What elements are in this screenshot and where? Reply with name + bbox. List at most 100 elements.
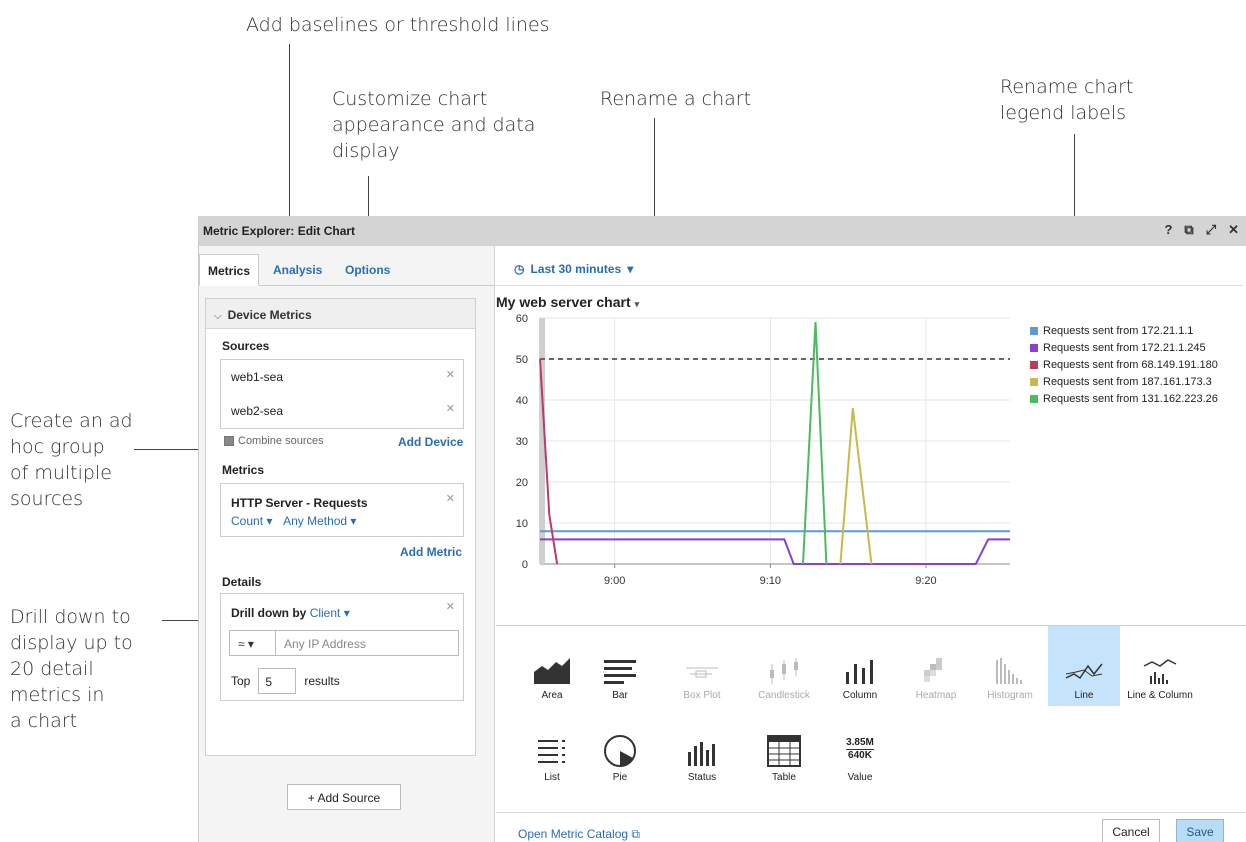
tab-analysis[interactable]: Analysis bbox=[265, 254, 330, 286]
x-tick-label: 9:10 bbox=[760, 575, 781, 587]
legend-label: Requests sent from 172.21.1.245 bbox=[1043, 341, 1206, 354]
open-metric-catalog-link[interactable]: Open Metric Catalog ⧉ bbox=[518, 827, 640, 842]
chart-type-area[interactable]: Area bbox=[516, 636, 588, 716]
series-line bbox=[540, 538, 1010, 565]
add-metric-link[interactable]: Add Metric bbox=[400, 545, 462, 559]
top-count-input[interactable]: 5 bbox=[258, 668, 297, 694]
legend-swatch bbox=[1030, 326, 1038, 335]
legend-item[interactable]: Requests sent from 187.161.173.3 bbox=[1030, 373, 1218, 390]
chevron-down-icon: ▾ bbox=[627, 262, 634, 276]
details-box: Drill down by Client ▾ ✕ ≈ ▾ Any IP Addr… bbox=[220, 593, 464, 701]
cancel-button[interactable]: Cancel bbox=[1102, 819, 1160, 842]
sources-label: Sources bbox=[222, 339, 270, 353]
chart-type-histogram: Histogram bbox=[974, 636, 1046, 716]
add-device-link[interactable]: Add Device bbox=[398, 435, 463, 449]
source-item: web1-sea bbox=[231, 370, 284, 384]
external-link-icon: ⧉ bbox=[631, 827, 640, 841]
chart-type-line-column[interactable]: Line & Column bbox=[1124, 636, 1196, 716]
chart-type-line[interactable]: Line bbox=[1048, 626, 1120, 706]
candlestick-icon bbox=[748, 636, 820, 686]
chart-type-label: Table bbox=[772, 772, 796, 783]
x-tick-label: 9:00 bbox=[604, 575, 625, 587]
ip-address-input[interactable]: Any IP Address bbox=[276, 631, 458, 655]
column-chart-icon bbox=[824, 636, 896, 686]
chart-type-label: Histogram bbox=[987, 690, 1033, 701]
chart-type-label: Line & Column bbox=[1127, 690, 1193, 701]
y-tick-label: 10 bbox=[516, 518, 528, 530]
title-bar: Metric Explorer: Edit Chart ? ⧉ ⤢ ✕ bbox=[199, 216, 1246, 246]
chart-type-bar[interactable]: Bar bbox=[584, 636, 656, 716]
divider bbox=[496, 285, 1243, 286]
metric-box: HTTP Server - Requests ✕ Count ▾ Any Met… bbox=[220, 483, 464, 537]
y-tick-label: 30 bbox=[516, 436, 528, 448]
callout-customize: Customize chart appearance and data disp… bbox=[332, 88, 536, 162]
config-tabs: Metrics Analysis Options bbox=[199, 254, 495, 286]
save-button[interactable]: Save bbox=[1176, 819, 1224, 842]
window-title: Metric Explorer: Edit Chart bbox=[203, 224, 356, 238]
metric-method-dropdown[interactable]: Any Method ▾ bbox=[283, 514, 356, 528]
chart-type-label: Status bbox=[687, 772, 717, 783]
collapse-chevron-icon[interactable]: ⌵ bbox=[214, 311, 222, 322]
remove-metric-icon[interactable]: ✕ bbox=[446, 492, 455, 505]
chart-type-heatmap: Heatmap bbox=[900, 636, 972, 716]
remove-source-icon[interactable]: ✕ bbox=[446, 402, 455, 415]
metric-name: HTTP Server - Requests bbox=[231, 496, 368, 510]
legend-swatch bbox=[1030, 360, 1038, 369]
top-results-row: Top 5 results bbox=[231, 668, 340, 694]
callout-drilldown: Drill down to display up to 20 detail me… bbox=[10, 606, 133, 732]
chart-type-label: List bbox=[544, 772, 560, 783]
remove-detail-icon[interactable]: ✕ bbox=[446, 600, 455, 613]
device-metrics-header[interactable]: ⌵ Device Metrics bbox=[206, 299, 475, 329]
chart-type-label: Value bbox=[847, 772, 873, 783]
chart-title[interactable]: My web server chart ▾ bbox=[496, 294, 639, 310]
chart-type-pie[interactable]: Pie bbox=[584, 718, 656, 798]
box-plot-icon bbox=[666, 636, 738, 686]
external-link-icon[interactable]: ⧉ bbox=[1184, 222, 1193, 238]
chart-type-status[interactable]: Status bbox=[666, 718, 738, 798]
line-chart: 0 10 20 30 40 50 60 9:00 9:10 9:20 bbox=[516, 313, 1010, 587]
remove-source-icon[interactable]: ✕ bbox=[446, 368, 455, 381]
chart-type-table[interactable]: Table bbox=[748, 718, 820, 798]
callout-baselines: Add baselines or threshold lines bbox=[246, 14, 550, 36]
chart-type-label: Heatmap bbox=[915, 690, 957, 701]
legend-label: Requests sent from 172.21.1.1 bbox=[1043, 324, 1194, 337]
drill-down-dropdown[interactable]: Client ▾ bbox=[310, 606, 350, 620]
help-icon[interactable]: ? bbox=[1164, 222, 1172, 238]
value-bottom-text: 640K bbox=[848, 750, 872, 761]
tab-options[interactable]: Options bbox=[337, 254, 398, 286]
expand-icon[interactable]: ⤢ bbox=[1206, 222, 1216, 238]
legend-swatch bbox=[1030, 343, 1038, 352]
time-range-selector[interactable]: ◷ Last 30 minutes ▾ bbox=[514, 262, 633, 276]
metric-count-dropdown[interactable]: Count ▾ bbox=[231, 514, 272, 528]
legend-label: Requests sent from 131.162.223.26 bbox=[1043, 392, 1218, 405]
chart-type-candlestick: Candlestick bbox=[748, 636, 820, 716]
filter-operator-dropdown[interactable]: ≈ ▾ bbox=[230, 631, 276, 655]
x-tick-label: 9:20 bbox=[915, 575, 936, 587]
y-tick-label: 40 bbox=[516, 395, 528, 407]
add-source-button[interactable]: + Add Source bbox=[287, 784, 401, 810]
combine-sources-checkbox[interactable] bbox=[224, 436, 234, 446]
value-icon: 3.85M 640K bbox=[824, 718, 896, 768]
chart-type-box-plot: Box Plot bbox=[666, 636, 738, 716]
bar-chart-icon bbox=[584, 636, 656, 686]
legend-item[interactable]: Requests sent from 131.162.223.26 bbox=[1030, 390, 1218, 407]
drill-down-row: Drill down by Client ▾ bbox=[231, 606, 350, 620]
legend-item[interactable]: Requests sent from 172.21.1.245 bbox=[1030, 339, 1218, 356]
y-tick-label: 0 bbox=[522, 559, 528, 571]
leader-baselines bbox=[289, 44, 290, 240]
legend-swatch bbox=[1030, 394, 1038, 403]
chart-type-list[interactable]: List bbox=[516, 718, 588, 798]
close-icon[interactable]: ✕ bbox=[1228, 222, 1239, 238]
chart-type-column[interactable]: Column bbox=[824, 636, 896, 716]
source-item: web2-sea bbox=[231, 404, 284, 418]
legend-swatch bbox=[1030, 377, 1038, 386]
chart-type-value[interactable]: 3.85M 640K Value bbox=[824, 718, 896, 798]
chevron-down-icon: ▾ bbox=[634, 299, 640, 309]
legend-item[interactable]: Requests sent from 172.21.1.1 bbox=[1030, 322, 1218, 339]
config-panel: Metrics Analysis Options ⌵ Device Metrics… bbox=[199, 246, 495, 842]
callout-adhoc-group: Create an ad hoc group of multiple sourc… bbox=[10, 410, 133, 510]
time-range-label: Last 30 minutes bbox=[530, 262, 622, 276]
legend-item[interactable]: Requests sent from 68.149.191.180 bbox=[1030, 356, 1218, 373]
tab-metrics[interactable]: Metrics bbox=[199, 254, 260, 286]
chart-type-picker: Area Bar Box Plot Candlestick Column Heatmap H… bbox=[496, 626, 1246, 812]
